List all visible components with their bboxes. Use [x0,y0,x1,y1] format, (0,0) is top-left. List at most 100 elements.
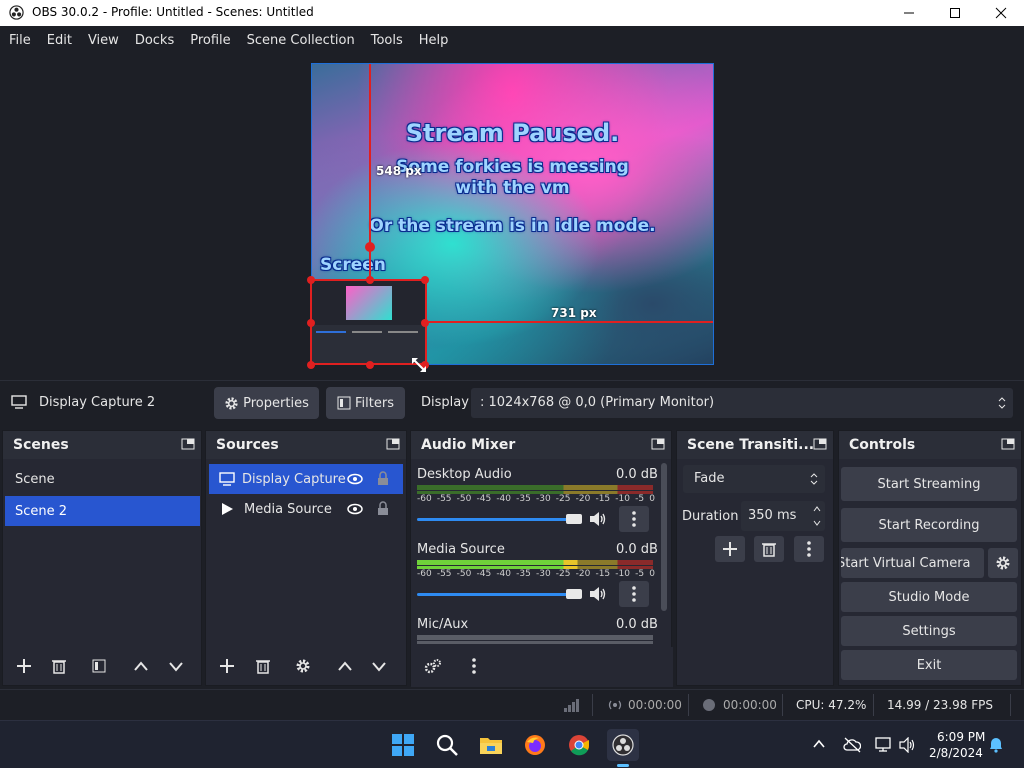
scene-filters-button[interactable] [84,653,114,679]
filter-icon [92,659,106,673]
speaker-icon[interactable] [589,511,607,527]
duration-spinbox[interactable]: 350 ms [741,501,825,531]
move-source-up-button[interactable] [330,653,360,679]
volume-slider-handle[interactable] [566,514,582,524]
remove-transition-button[interactable] [754,536,784,562]
vertical-distance-label: 548 px [376,164,422,178]
filters-label: Filters [355,395,394,411]
eye-icon[interactable] [347,473,363,485]
firefox-button[interactable] [519,729,551,761]
undock-icon[interactable] [651,438,665,450]
chevron-down-icon [169,662,183,672]
move-scene-down-button[interactable] [161,653,191,679]
scene-item[interactable]: Scene [5,464,200,494]
source-item-media-source[interactable]: Media Source [209,494,403,524]
scene-transitions-title: Scene Transiti... [687,437,815,453]
clock-date[interactable]: 2/8/2024 [929,746,983,760]
lock-icon[interactable] [377,501,389,516]
menu-edit[interactable]: Edit [47,33,72,48]
network-icon[interactable] [875,737,893,753]
obs-taskbar-button[interactable] [607,729,639,761]
file-explorer-button[interactable] [475,729,507,761]
volume-slider[interactable] [417,593,573,596]
menu-help[interactable]: Help [419,33,449,48]
channel-name: Mic/Aux [417,617,469,632]
scene-item-selected[interactable]: Scene 2 [5,496,200,526]
transition-type-select[interactable]: Fade [683,465,825,493]
mixer-advanced-properties-button[interactable] [418,653,448,679]
status-bar: 00:00:00 00:00:00 CPU: 47.2% 14.99 / 23.… [0,689,1024,719]
scenes-title: Scenes [13,437,69,453]
search-button[interactable] [431,729,463,761]
folder-icon [480,738,502,754]
exit-label: Exit [916,657,942,673]
clock-time[interactable]: 6:09 PM [937,730,985,744]
start-streaming-label: Start Streaming [877,476,981,492]
start-button[interactable] [387,729,419,761]
move-scene-up-button[interactable] [126,653,156,679]
undock-icon[interactable] [813,438,827,450]
chevron-up-icon[interactable] [813,739,825,749]
volume-icon[interactable] [899,737,917,753]
duration-label: Duration [682,509,739,524]
move-source-down-button[interactable] [364,653,394,679]
eye-icon[interactable] [347,503,363,515]
remove-source-button[interactable] [248,653,278,679]
selected-source-box[interactable] [307,276,429,369]
channel-menu-button[interactable] [619,581,649,607]
undock-icon[interactable] [386,438,400,450]
speaker-icon[interactable] [589,586,607,602]
studio-mode-button[interactable]: Studio Mode [841,582,1017,612]
monitor-icon [11,395,27,409]
channel-menu-button[interactable] [619,506,649,532]
play-icon [222,503,233,515]
start-recording-button[interactable]: Start Recording [841,508,1017,542]
menu-scene-collection[interactable]: Scene Collection [247,33,355,48]
scenes-dock-header: Scenes [3,431,201,459]
display-select[interactable]: : 1024x768 @ 0,0 (Primary Monitor) [471,388,1013,418]
source-item-display-capture[interactable]: Display Capture [209,464,403,494]
chrome-button[interactable] [563,729,595,761]
trash-icon [52,660,66,674]
volume-slider[interactable] [417,518,573,521]
menu-profile[interactable]: Profile [190,33,230,48]
volume-slider-handle[interactable] [566,589,582,599]
settings-button[interactable]: Settings [841,616,1017,646]
menu-tools[interactable]: Tools [371,33,403,48]
filter-icon [337,396,351,410]
cloud-offline-icon[interactable] [843,737,861,753]
source-properties-button[interactable] [288,653,318,679]
more-vertical-icon [632,586,636,602]
window-title: OBS 30.0.2 - Profile: Untitled - Scenes:… [32,5,314,19]
lock-icon[interactable] [377,471,389,486]
notification-bell-icon[interactable] [989,737,1003,753]
close-button[interactable] [978,0,1024,26]
filters-button[interactable]: Filters [326,387,405,419]
broadcast-icon [608,700,622,710]
trash-icon [256,660,270,674]
remove-scene-button[interactable] [44,653,74,679]
start-recording-label: Start Recording [878,517,980,533]
more-vertical-icon [472,658,476,674]
maximize-button[interactable] [932,0,978,26]
properties-button[interactable]: Properties [214,387,319,419]
start-virtual-camera-button[interactable]: Start Virtual Camera [841,548,984,578]
preview-source-label: Screen [320,255,386,275]
controls-header: Controls [839,431,1021,459]
minimize-button[interactable] [886,0,932,26]
menu-docks[interactable]: Docks [135,33,174,48]
menu-file[interactable]: File [9,33,31,48]
start-streaming-button[interactable]: Start Streaming [841,467,1017,501]
virtual-camera-settings-button[interactable] [988,548,1018,578]
add-scene-button[interactable] [9,653,39,679]
menu-view[interactable]: View [88,33,119,48]
transition-menu-button[interactable] [794,536,824,562]
undock-icon[interactable] [1001,438,1015,450]
add-source-button[interactable] [212,653,242,679]
undock-icon[interactable] [181,438,195,450]
mixer-scrollbar[interactable] [661,463,667,611]
add-transition-button[interactable] [715,536,745,562]
exit-button[interactable]: Exit [841,650,1017,680]
mixer-menu-button[interactable] [459,653,489,679]
maximize-icon [950,8,960,18]
